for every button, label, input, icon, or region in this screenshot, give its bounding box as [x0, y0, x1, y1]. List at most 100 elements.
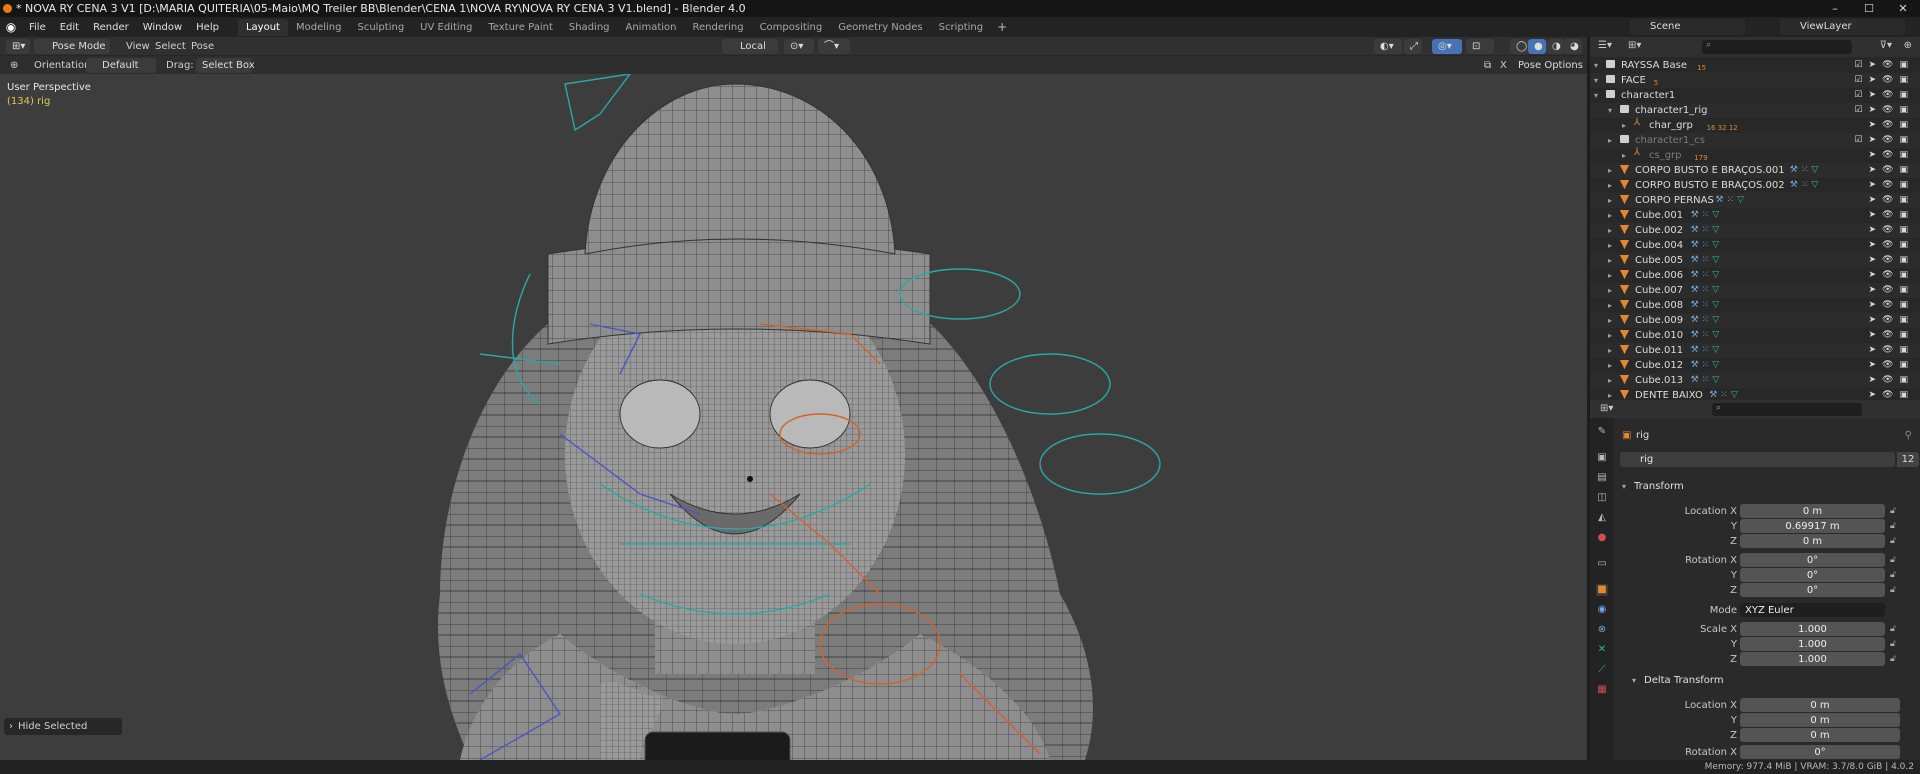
- expand-arrow-icon[interactable]: ▸: [1608, 253, 1612, 268]
- outliner-row[interactable]: ▸ Cube.013 ⚒⁙▽ ➤👁︎▣: [1590, 373, 1920, 388]
- tab-layout[interactable]: Layout: [237, 18, 288, 36]
- modifier-icon[interactable]: ⚒: [1709, 390, 1720, 400]
- drag-selector[interactable]: Select Box: [196, 58, 255, 73]
- xray-icon[interactable]: ⊡: [1466, 39, 1494, 54]
- tool-icon[interactable]: ⊕: [10, 58, 18, 73]
- menu-help[interactable]: Help: [189, 22, 226, 33]
- select-arrow-icon[interactable]: ➤: [1869, 165, 1883, 175]
- eye-icon[interactable]: 👁︎: [1882, 270, 1899, 280]
- camera-icon[interactable]: ▣: [1899, 300, 1914, 310]
- vertex-groups-icon[interactable]: ⁙: [1801, 165, 1812, 175]
- outliner-row[interactable]: ▸ Cube.001 ⚒⁙▽ ➤👁︎▣: [1590, 208, 1920, 223]
- modifier-icon[interactable]: ⚒: [1691, 315, 1702, 325]
- eye-icon[interactable]: 👁︎: [1882, 90, 1899, 100]
- rotation-z-field[interactable]: 0°: [1740, 583, 1885, 597]
- modifier-icon[interactable]: ⚒: [1790, 165, 1801, 175]
- outliner-row[interactable]: ▸ Cube.009 ⚒⁙▽ ➤👁︎▣: [1590, 313, 1920, 328]
- mode-selector[interactable]: Pose Mode: [34, 39, 110, 54]
- snap-icon[interactable]: ⌒▾: [818, 39, 850, 54]
- mesh-data-icon[interactable]: ▽: [1712, 375, 1722, 385]
- camera-icon[interactable]: ▣: [1899, 360, 1914, 370]
- camera-icon[interactable]: ▣: [1899, 240, 1914, 250]
- camera-icon[interactable]: ▣: [1899, 135, 1914, 145]
- menu-file[interactable]: File: [22, 22, 53, 33]
- select-arrow-icon[interactable]: ➤: [1869, 345, 1883, 355]
- lock-icon[interactable]: 🔓︎: [1890, 519, 1896, 534]
- modifier-icon[interactable]: ⚒: [1691, 285, 1702, 295]
- mesh-data-icon[interactable]: ▽: [1712, 240, 1722, 250]
- outliner-row[interactable]: ▸ Cube.005 ⚒⁙▽ ➤👁︎▣: [1590, 253, 1920, 268]
- select-arrow-icon[interactable]: ➤: [1869, 60, 1883, 70]
- close-button[interactable]: ✕: [1886, 0, 1920, 17]
- camera-icon[interactable]: ▣: [1899, 60, 1914, 70]
- mesh-data-icon[interactable]: ▽: [1712, 270, 1722, 280]
- modifier-icon[interactable]: ⚒: [1691, 300, 1702, 310]
- delta-location-z-field[interactable]: 0 m: [1740, 728, 1900, 742]
- mesh-data-icon[interactable]: ▽: [1712, 330, 1722, 340]
- vertex-groups-icon[interactable]: ⁙: [1702, 360, 1713, 370]
- modifier-icon[interactable]: ⚒: [1691, 225, 1702, 235]
- overlays-icon[interactable]: ◎▾: [1432, 39, 1462, 54]
- expand-arrow-icon[interactable]: ▸: [1608, 343, 1612, 358]
- select-arrow-icon[interactable]: ➤: [1869, 270, 1883, 280]
- material-shading-icon[interactable]: ◑: [1546, 39, 1564, 54]
- mesh-data-icon[interactable]: ▽: [1712, 285, 1722, 295]
- vertex-groups-icon[interactable]: ⁙: [1702, 210, 1713, 220]
- lock-icon[interactable]: 🔓︎: [1890, 534, 1896, 549]
- properties-editor-icon[interactable]: ⊞▾: [1600, 403, 1613, 414]
- minimize-button[interactable]: –: [1818, 0, 1852, 17]
- camera-icon[interactable]: ▣: [1899, 330, 1914, 340]
- camera-icon[interactable]: ▣: [1899, 180, 1914, 190]
- pin-icon[interactable]: ⚲: [1905, 430, 1912, 441]
- snap-toggle-icon[interactable]: ⧉: [1484, 58, 1491, 73]
- exclude-checkbox[interactable]: ☑: [1854, 135, 1868, 145]
- rotation-x-field[interactable]: 0°: [1740, 553, 1885, 567]
- vertex-groups-icon[interactable]: ⁙: [1702, 285, 1713, 295]
- scene-selector[interactable]: Scene: [1630, 19, 1745, 35]
- expand-arrow-icon[interactable]: ▾: [1594, 88, 1598, 103]
- select-arrow-icon[interactable]: ➤: [1869, 315, 1883, 325]
- outliner-editor-icon[interactable]: ☰▾: [1598, 40, 1612, 51]
- outliner-search-input[interactable]: ⌕: [1702, 40, 1852, 54]
- expand-arrow-icon[interactable]: ▸: [1622, 148, 1626, 163]
- eye-icon[interactable]: 👁︎: [1882, 240, 1899, 250]
- location-x-field[interactable]: 0 m: [1740, 504, 1885, 518]
- outliner-row[interactable]: ▸ Cube.012 ⚒⁙▽ ➤👁︎▣: [1590, 358, 1920, 373]
- tab-scripting[interactable]: Scripting: [931, 19, 991, 36]
- exclude-checkbox[interactable]: ☑: [1854, 90, 1868, 100]
- new-collection-icon[interactable]: ⊕: [1904, 40, 1912, 51]
- output-tab-icon[interactable]: ▤: [1596, 472, 1608, 484]
- vertex-groups-icon[interactable]: ⁙: [1702, 225, 1713, 235]
- tab-geometry-nodes[interactable]: Geometry Nodes: [830, 19, 930, 36]
- 3d-viewport[interactable]: User Perspective (134) rig › Hide Select…: [0, 74, 1587, 760]
- blender-menu-icon[interactable]: ◉: [0, 17, 22, 37]
- outliner-row[interactable]: ▸ Cube.004 ⚒⁙▽ ➤👁︎▣: [1590, 238, 1920, 253]
- eye-icon[interactable]: 👁︎: [1882, 390, 1899, 400]
- modifier-icon[interactable]: ⚒: [1691, 255, 1702, 265]
- solid-shading-icon[interactable]: ●: [1528, 39, 1546, 54]
- scale-z-field[interactable]: 1.000: [1740, 652, 1885, 666]
- last-operator-panel[interactable]: › Hide Selected: [4, 718, 122, 735]
- expand-arrow-icon[interactable]: ▸: [1608, 223, 1612, 238]
- vertex-groups-icon[interactable]: ⁙: [1801, 180, 1812, 190]
- eye-icon[interactable]: 👁︎: [1882, 360, 1899, 370]
- lock-icon[interactable]: 🔓︎: [1890, 553, 1896, 568]
- object-users-count[interactable]: 12: [1897, 452, 1919, 467]
- mesh-data-icon[interactable]: ▽: [1712, 225, 1722, 235]
- mesh-data-icon[interactable]: ▽: [1811, 165, 1821, 175]
- expand-arrow-icon[interactable]: ▸: [1608, 178, 1612, 193]
- select-arrow-icon[interactable]: ➤: [1869, 195, 1883, 205]
- modifier-icon[interactable]: ⚒: [1790, 180, 1801, 190]
- editor-type-button[interactable]: ⊞▾: [6, 39, 30, 54]
- tab-shading[interactable]: Shading: [561, 19, 618, 36]
- exclude-checkbox[interactable]: ☑: [1854, 75, 1868, 85]
- modifier-icon[interactable]: ⚒: [1691, 360, 1702, 370]
- armature-data-tab-icon[interactable]: ✕: [1596, 644, 1608, 656]
- display-mode-icon[interactable]: ⊞▾: [1628, 40, 1641, 51]
- vertex-groups-icon[interactable]: ⁙: [1702, 315, 1713, 325]
- mesh-data-icon[interactable]: ▽: [1712, 360, 1722, 370]
- select-arrow-icon[interactable]: ➤: [1869, 300, 1883, 310]
- modifier-icon[interactable]: ⚒: [1691, 375, 1702, 385]
- select-arrow-icon[interactable]: ➤: [1869, 135, 1883, 145]
- expand-arrow-icon[interactable]: ▸: [1608, 313, 1612, 328]
